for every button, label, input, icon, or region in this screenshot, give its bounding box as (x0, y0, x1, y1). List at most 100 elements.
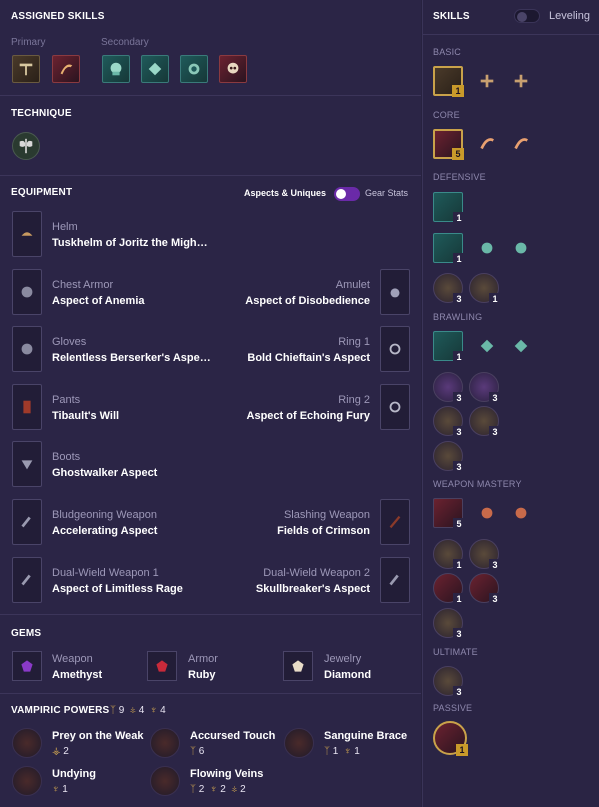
amulet-type: Amulet (335, 279, 370, 291)
brawling-passive-1-node[interactable]: 3 (433, 372, 465, 404)
pants-slot[interactable] (12, 384, 42, 430)
basic-upgrade-2-icon[interactable] (511, 71, 531, 91)
pants-name[interactable]: Tibault's Will (52, 410, 119, 422)
sanguine-brace-icon[interactable] (284, 728, 314, 758)
assigned-skill-2[interactable] (52, 55, 80, 83)
weapon-mastery-passive-5-node[interactable]: 3 (433, 608, 465, 640)
gems-title: GEMS (11, 628, 42, 639)
leveling-toggle[interactable] (514, 9, 540, 23)
shout-icon (148, 62, 162, 76)
rank-badge: 1 (453, 212, 465, 224)
helm-slot[interactable] (12, 211, 42, 257)
cost-value: 2 (240, 784, 246, 795)
accursed-touch-cost: ᛉ 6 (190, 746, 204, 757)
assigned-skill-6[interactable] (219, 55, 247, 83)
defensive-passive-2-node[interactable]: 1 (469, 273, 501, 305)
assigned-skill-1[interactable] (12, 55, 40, 83)
key-passive-node[interactable]: 1 (433, 721, 468, 756)
rank-badge: 1 (453, 253, 465, 265)
weapon-mastery-upgrade-1-icon[interactable] (477, 503, 497, 523)
boots-name[interactable]: Ghostwalker Aspect (52, 467, 157, 479)
slashing-weapon-slot[interactable] (380, 499, 410, 545)
slashing-weapon-name[interactable]: Fields of Crimson (277, 525, 370, 537)
gloves-slot[interactable] (12, 326, 42, 372)
gloves-name[interactable]: Relentless Berserker's Aspe… (52, 352, 211, 364)
defensive-skill-2-node[interactable]: 1 (433, 233, 465, 265)
core-skill-node[interactable]: 5 (433, 129, 464, 160)
bludgeoning-weapon-name[interactable]: Accelerating Aspect (52, 525, 157, 537)
amulet-slot[interactable] (380, 269, 410, 315)
cost-value: 2 (220, 784, 226, 795)
rank-badge: 3 (453, 426, 465, 438)
brawling-skill-node[interactable]: 1 (433, 331, 465, 363)
helm-name[interactable]: Tuskhelm of Joritz the Migh… (52, 237, 208, 249)
prey-on-the-weak-name: Prey on the Weak (52, 730, 144, 742)
ring-2-slot[interactable] (380, 384, 410, 430)
ring-icon (389, 343, 401, 355)
dual-wield-weapon-2-slot[interactable] (380, 557, 410, 603)
ring-2-name[interactable]: Aspect of Echoing Fury (247, 410, 370, 422)
amulet-name[interactable]: Aspect of Disobedience (245, 295, 370, 307)
flowing-veins-icon[interactable] (150, 766, 180, 796)
weapon-gem-slot[interactable] (12, 651, 42, 681)
armor-gem-name: Ruby (188, 669, 216, 681)
pact-icon: ᛉ (324, 746, 330, 757)
axe-weapon-icon (21, 574, 31, 586)
defensive-title: DEFENSIVE (433, 172, 486, 182)
brawling-passive-3-node[interactable]: 3 (433, 406, 465, 438)
defensive-passive-1-node[interactable]: 3 (433, 273, 465, 305)
assigned-skills-title: ASSIGNED SKILLS (11, 11, 105, 22)
chest-armor-slot[interactable] (12, 269, 42, 315)
dual-wield-weapon-2-name[interactable]: Skullbreaker's Aspect (256, 583, 370, 595)
weapon-mastery-passive-4-node[interactable]: 3 (469, 573, 501, 605)
dual-wield-weapon-1-name[interactable]: Aspect of Limitless Rage (52, 583, 183, 595)
defensive-upgrade-1-icon[interactable] (477, 238, 497, 258)
brawling-upgrade-2-icon[interactable] (511, 336, 531, 356)
rank-badge: 3 (489, 392, 501, 404)
brawling-upgrade-1-icon[interactable] (477, 336, 497, 356)
weapon-mastery-passive-3-node[interactable]: 1 (433, 573, 465, 605)
assigned-skill-5[interactable] (180, 55, 208, 83)
boots-slot[interactable] (12, 441, 42, 487)
dual-wield-weapon-1-type: Dual-Wield Weapon 1 (52, 567, 159, 579)
accursed-touch-icon[interactable] (150, 728, 180, 758)
core-upgrade-2-icon[interactable] (511, 134, 531, 154)
undying-icon[interactable] (12, 766, 42, 796)
boots-icon (21, 460, 33, 470)
chest-armor-name[interactable]: Aspect of Anemia (52, 295, 145, 307)
gear-stats-label: Gear Stats (365, 188, 409, 198)
total-3: 4 (160, 705, 166, 716)
toggle-knob (517, 12, 527, 22)
ruby-icon (156, 660, 168, 672)
defensive-upgrade-2-icon[interactable] (511, 238, 531, 258)
basic-upgrade-1-icon[interactable] (477, 71, 497, 91)
jewelry-gem-slot[interactable] (283, 651, 313, 681)
rank-badge: 1 (456, 744, 468, 756)
dual-wield-weapon-1-slot[interactable] (12, 557, 42, 603)
assigned-skill-3[interactable] (102, 55, 130, 83)
ultimate-passive-node[interactable]: 3 (433, 666, 465, 698)
equipment-title: EQUIPMENT (11, 187, 73, 198)
technique-slot[interactable] (12, 132, 40, 160)
challenging-shout-icon (188, 63, 200, 75)
weapon-mastery-upgrade-2-icon[interactable] (511, 503, 531, 523)
weapon-mastery-passive-2-node[interactable]: 3 (469, 539, 501, 571)
core-upgrade-1-icon[interactable] (477, 134, 497, 154)
toggle-knob (336, 189, 346, 199)
ring-1-name[interactable]: Bold Chieftain's Aspect (247, 352, 370, 364)
weapon-mastery-passive-1-node[interactable]: 1 (433, 539, 465, 571)
basic-skill-node[interactable]: 1 (433, 66, 464, 97)
ring-1-slot[interactable] (380, 326, 410, 372)
gear-view-toggle[interactable] (334, 187, 360, 201)
brawling-passive-4-node[interactable]: 3 (469, 406, 501, 438)
armor-gem-slot[interactable] (147, 651, 177, 681)
prey-on-the-weak-icon[interactable] (12, 728, 42, 758)
brawling-passive-2-node[interactable]: 3 (469, 372, 501, 404)
bludgeoning-weapon-slot[interactable] (12, 499, 42, 545)
brawling-passive-5-node[interactable]: 3 (433, 441, 465, 473)
weapon-mastery-skill-node[interactable]: 5 (433, 498, 465, 530)
assigned-skill-4[interactable] (141, 55, 169, 83)
pact-icon: ♆ (343, 746, 352, 757)
aspects-uniques-label: Aspects & Uniques (244, 188, 327, 198)
defensive-skill-1-node[interactable]: 1 (433, 192, 465, 224)
